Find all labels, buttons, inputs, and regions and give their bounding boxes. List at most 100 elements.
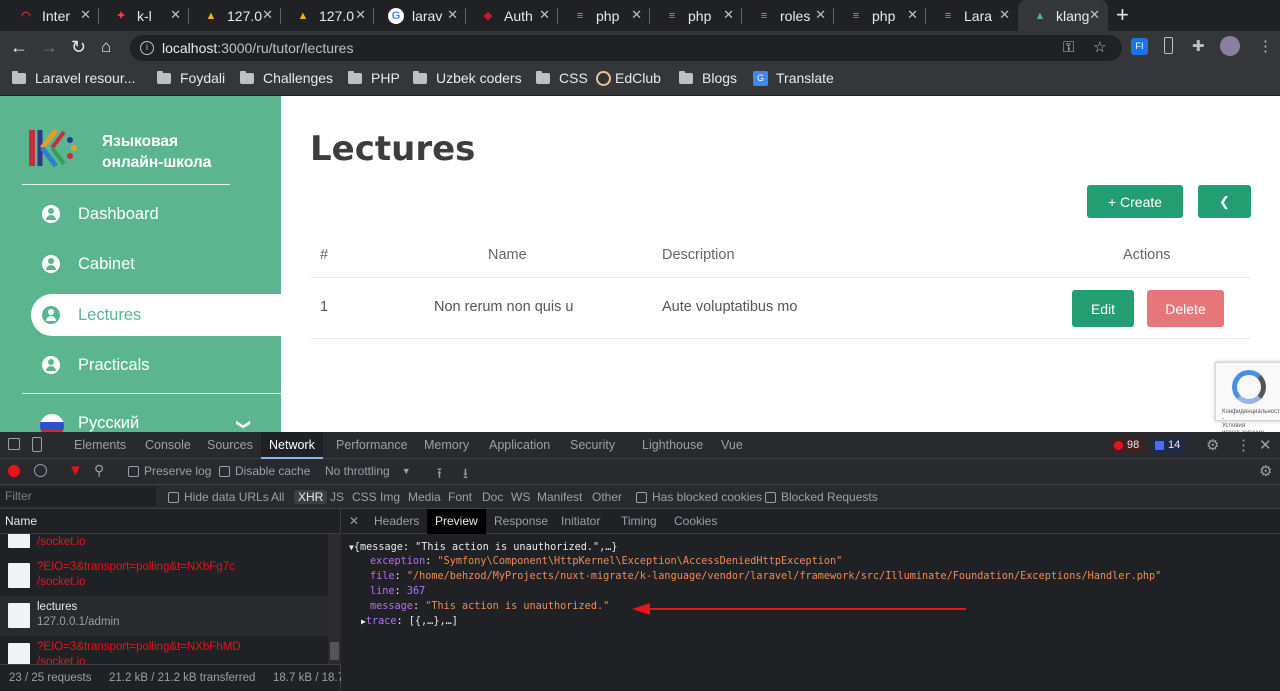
share-button[interactable]: ❮	[1198, 185, 1251, 218]
close-detail-icon[interactable]: ✕	[349, 514, 359, 528]
close-tab-icon[interactable]: ✕	[80, 7, 91, 23]
bookmark-folder[interactable]: Uzbek coders	[413, 70, 522, 86]
recaptcha-badge[interactable]: Конфиденциальность -Условия использовани…	[1215, 362, 1280, 432]
close-tab-icon[interactable]: ✕	[1089, 7, 1100, 23]
browser-tab[interactable]: ≡ php ✕	[834, 0, 926, 31]
filter-type-xhr[interactable]: XHR	[294, 490, 328, 504]
devtools-tab-vue[interactable]: Vue	[721, 432, 743, 459]
sidebar-item-practicals[interactable]: Practicals	[0, 344, 281, 386]
device-toolbar-icon[interactable]	[32, 437, 42, 452]
filter-type-css[interactable]: CSS	[352, 490, 377, 504]
browser-tab[interactable]: ≡ php ✕	[650, 0, 742, 31]
close-tab-icon[interactable]: ✕	[355, 7, 366, 23]
filter-type-manifest[interactable]: Manifest	[537, 490, 582, 504]
detail-tab-timing[interactable]: Timing	[621, 509, 657, 534]
close-tab-icon[interactable]: ✕	[447, 7, 458, 23]
close-tab-icon[interactable]: ✕	[815, 7, 826, 23]
chevron-down-icon[interactable]: ❯	[235, 419, 252, 431]
filter-type-ws[interactable]: WS	[511, 490, 530, 504]
browser-tab[interactable]: ▲ 127.0 ✕	[189, 0, 281, 31]
devtools-tab-security[interactable]: Security	[570, 432, 615, 459]
devtools-tab-application[interactable]: Application	[489, 432, 550, 459]
filter-icon[interactable]: ▼	[68, 462, 83, 479]
search-icon[interactable]: ⚲	[94, 462, 104, 479]
edit-button[interactable]: Edit	[1072, 290, 1134, 327]
new-tab-button[interactable]: +	[1116, 2, 1129, 28]
json-property[interactable]: ▶trace: [{,…},…]	[361, 616, 458, 627]
devtools-tab-network[interactable]: Network	[261, 432, 323, 459]
browser-tab[interactable]: ◠ Inter ✕	[4, 0, 99, 31]
extension-icon[interactable]: FI	[1131, 38, 1148, 55]
bookmark-link[interactable]: EdClub	[596, 70, 661, 86]
has-blocked-cookies-checkbox[interactable]: Has blocked cookies	[636, 490, 762, 504]
browser-tab[interactable]: ≡ Lara ✕	[926, 0, 1018, 31]
reload-icon[interactable]: ↻	[71, 37, 86, 58]
clear-icon[interactable]	[34, 464, 47, 477]
close-tab-icon[interactable]: ✕	[999, 7, 1010, 23]
browser-tab[interactable]: Glarav ✕	[374, 0, 466, 31]
close-tab-icon[interactable]: ✕	[262, 7, 273, 23]
filter-type-js[interactable]: JS	[330, 490, 344, 504]
sidebar-item-lectures[interactable]: Lectures	[31, 294, 281, 336]
filter-type-media[interactable]: Media	[408, 490, 441, 504]
request-row[interactable]: /socket.io	[0, 534, 328, 556]
bookmark-folder[interactable]: Blogs	[679, 70, 737, 86]
close-devtools-icon[interactable]: ✕	[1259, 436, 1272, 454]
request-row[interactable]: ?EIO=3&transport=polling&t=NXbFg7c /sock…	[0, 556, 328, 596]
detail-tab-initiator[interactable]: Initiator	[561, 509, 600, 534]
record-icon[interactable]	[8, 465, 20, 477]
puzzle-extensions-icon[interactable]: ✚	[1192, 37, 1205, 55]
browser-tab[interactable]: ▲ 127.0 ✕	[281, 0, 374, 31]
name-column-header[interactable]: Name	[0, 509, 341, 534]
message-count-badge[interactable]: 14	[1152, 438, 1186, 453]
close-tab-icon[interactable]: ✕	[723, 7, 734, 23]
back-arrow-icon[interactable]: ←	[10, 37, 28, 58]
bookmark-folder[interactable]: PHP	[348, 70, 400, 86]
close-tab-icon[interactable]: ✕	[631, 7, 642, 23]
inspect-element-icon[interactable]	[8, 438, 20, 450]
browser-tab[interactable]: ◆ Auth ✕	[466, 0, 558, 31]
detail-tab-response[interactable]: Response	[494, 509, 548, 534]
preserve-log-checkbox[interactable]: Preserve log	[128, 464, 211, 478]
filter-type-font[interactable]: Font	[448, 490, 472, 504]
sidebar-item-dashboard[interactable]: Dashboard	[0, 193, 281, 235]
settings-gear-icon[interactable]: ⚙	[1206, 436, 1219, 454]
devtools-tab-console[interactable]: Console	[145, 432, 191, 459]
key-icon[interactable]: ⚿	[1063, 35, 1074, 61]
language-selector[interactable]: Русский	[78, 414, 139, 432]
blocked-requests-checkbox[interactable]: Blocked Requests	[765, 490, 878, 504]
bookmark-folder[interactable]: Foydali	[157, 70, 225, 86]
devtools-tab-lighthouse[interactable]: Lighthouse	[642, 432, 703, 459]
request-list-scrollbar[interactable]	[328, 534, 341, 664]
request-row[interactable]: ?EIO=3&transport=polling&t=NXbFhMD /sock…	[0, 636, 328, 664]
filter-type-all[interactable]: All	[271, 490, 284, 504]
import-har-icon[interactable]: ⭱	[437, 463, 442, 487]
devtools-tab-performance[interactable]: Performance	[336, 432, 408, 459]
browser-tab[interactable]: ✦ k-l ✕	[99, 0, 189, 31]
close-tab-icon[interactable]: ✕	[907, 7, 918, 23]
error-count-badge[interactable]: 98	[1111, 438, 1145, 453]
devtools-tab-memory[interactable]: Memory	[424, 432, 469, 459]
close-tab-icon[interactable]: ✕	[539, 7, 550, 23]
detail-tab-headers[interactable]: Headers	[374, 509, 419, 534]
devtools-tab-elements[interactable]: Elements	[74, 432, 126, 459]
bookmark-folder[interactable]: Laravel resour...	[12, 70, 135, 86]
filter-type-doc[interactable]: Doc	[482, 490, 503, 504]
detail-tab-cookies[interactable]: Cookies	[674, 509, 717, 534]
bookmark-star-icon[interactable]: ☆	[1093, 35, 1106, 61]
export-har-icon[interactable]: ⭳	[463, 463, 468, 487]
disable-cache-checkbox[interactable]: Disable cache	[219, 464, 310, 478]
browser-tab[interactable]: ≡ roles ✕	[742, 0, 834, 31]
bookmark-folder[interactable]: CSS	[536, 70, 588, 86]
json-root-node[interactable]: ▼{message: "This action is unauthorized.…	[349, 542, 618, 553]
devtools-tab-sources[interactable]: Sources	[207, 432, 253, 459]
profile-avatar[interactable]	[1220, 36, 1240, 56]
create-button[interactable]: + Create	[1087, 185, 1183, 218]
bookmark-link[interactable]: G Translate	[753, 70, 834, 86]
browser-tab-active[interactable]: ▲ klang ✕	[1018, 0, 1108, 31]
forward-arrow-icon[interactable]: →	[40, 37, 58, 58]
home-icon[interactable]: ⌂	[101, 37, 111, 57]
request-row[interactable]: lectures 127.0.0.1/admin	[0, 596, 328, 636]
url-bar[interactable]: i localhost:3000/ru/tutor/lectures ⚿ ☆	[130, 35, 1122, 61]
browser-tab[interactable]: ≡ php ✕	[558, 0, 650, 31]
